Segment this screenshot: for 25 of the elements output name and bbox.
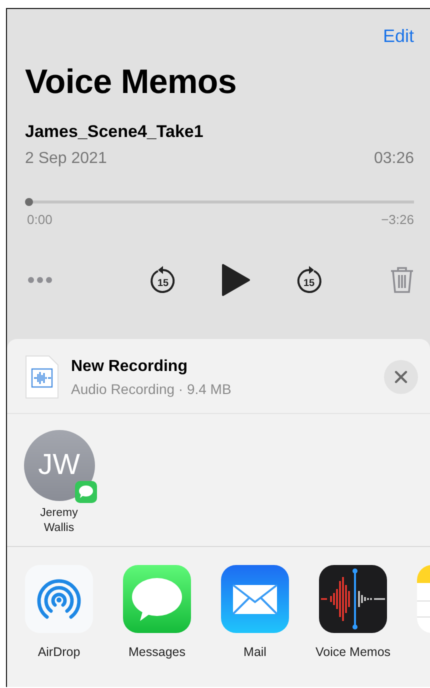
contact-initials: JW xyxy=(38,449,80,482)
trash-icon[interactable] xyxy=(390,266,414,294)
audio-file-icon xyxy=(25,355,59,399)
close-icon xyxy=(394,370,408,384)
elapsed-time: 0:00 xyxy=(27,212,52,227)
airdrop-icon[interactable] xyxy=(25,565,93,633)
contact-name: Jeremy Wallis xyxy=(39,506,79,536)
close-button[interactable] xyxy=(384,360,418,394)
waveform-icon[interactable] xyxy=(319,565,387,633)
app-label: AirDrop xyxy=(38,645,80,659)
app-label: Mail xyxy=(244,645,266,659)
app-label: Voice Memos xyxy=(315,645,391,659)
scrubber-thumb[interactable] xyxy=(25,198,33,206)
play-icon[interactable] xyxy=(220,263,250,297)
file-details: Audio Recording · 9.4 MB xyxy=(71,380,232,396)
more-icon[interactable] xyxy=(27,276,53,284)
file-name: New Recording xyxy=(71,358,188,376)
remaining-time: −3:26 xyxy=(381,212,414,227)
app-label: Messages xyxy=(128,645,186,659)
recording-duration: 03:26 xyxy=(374,150,414,168)
page-title: Voice Memos xyxy=(25,63,238,102)
recording-name: James_Scene4_Take1 xyxy=(25,122,204,142)
envelope-icon[interactable] xyxy=(221,565,289,633)
recording-date: 2 Sep 2021 xyxy=(25,150,107,168)
speech-bubble-icon[interactable] xyxy=(123,565,191,633)
